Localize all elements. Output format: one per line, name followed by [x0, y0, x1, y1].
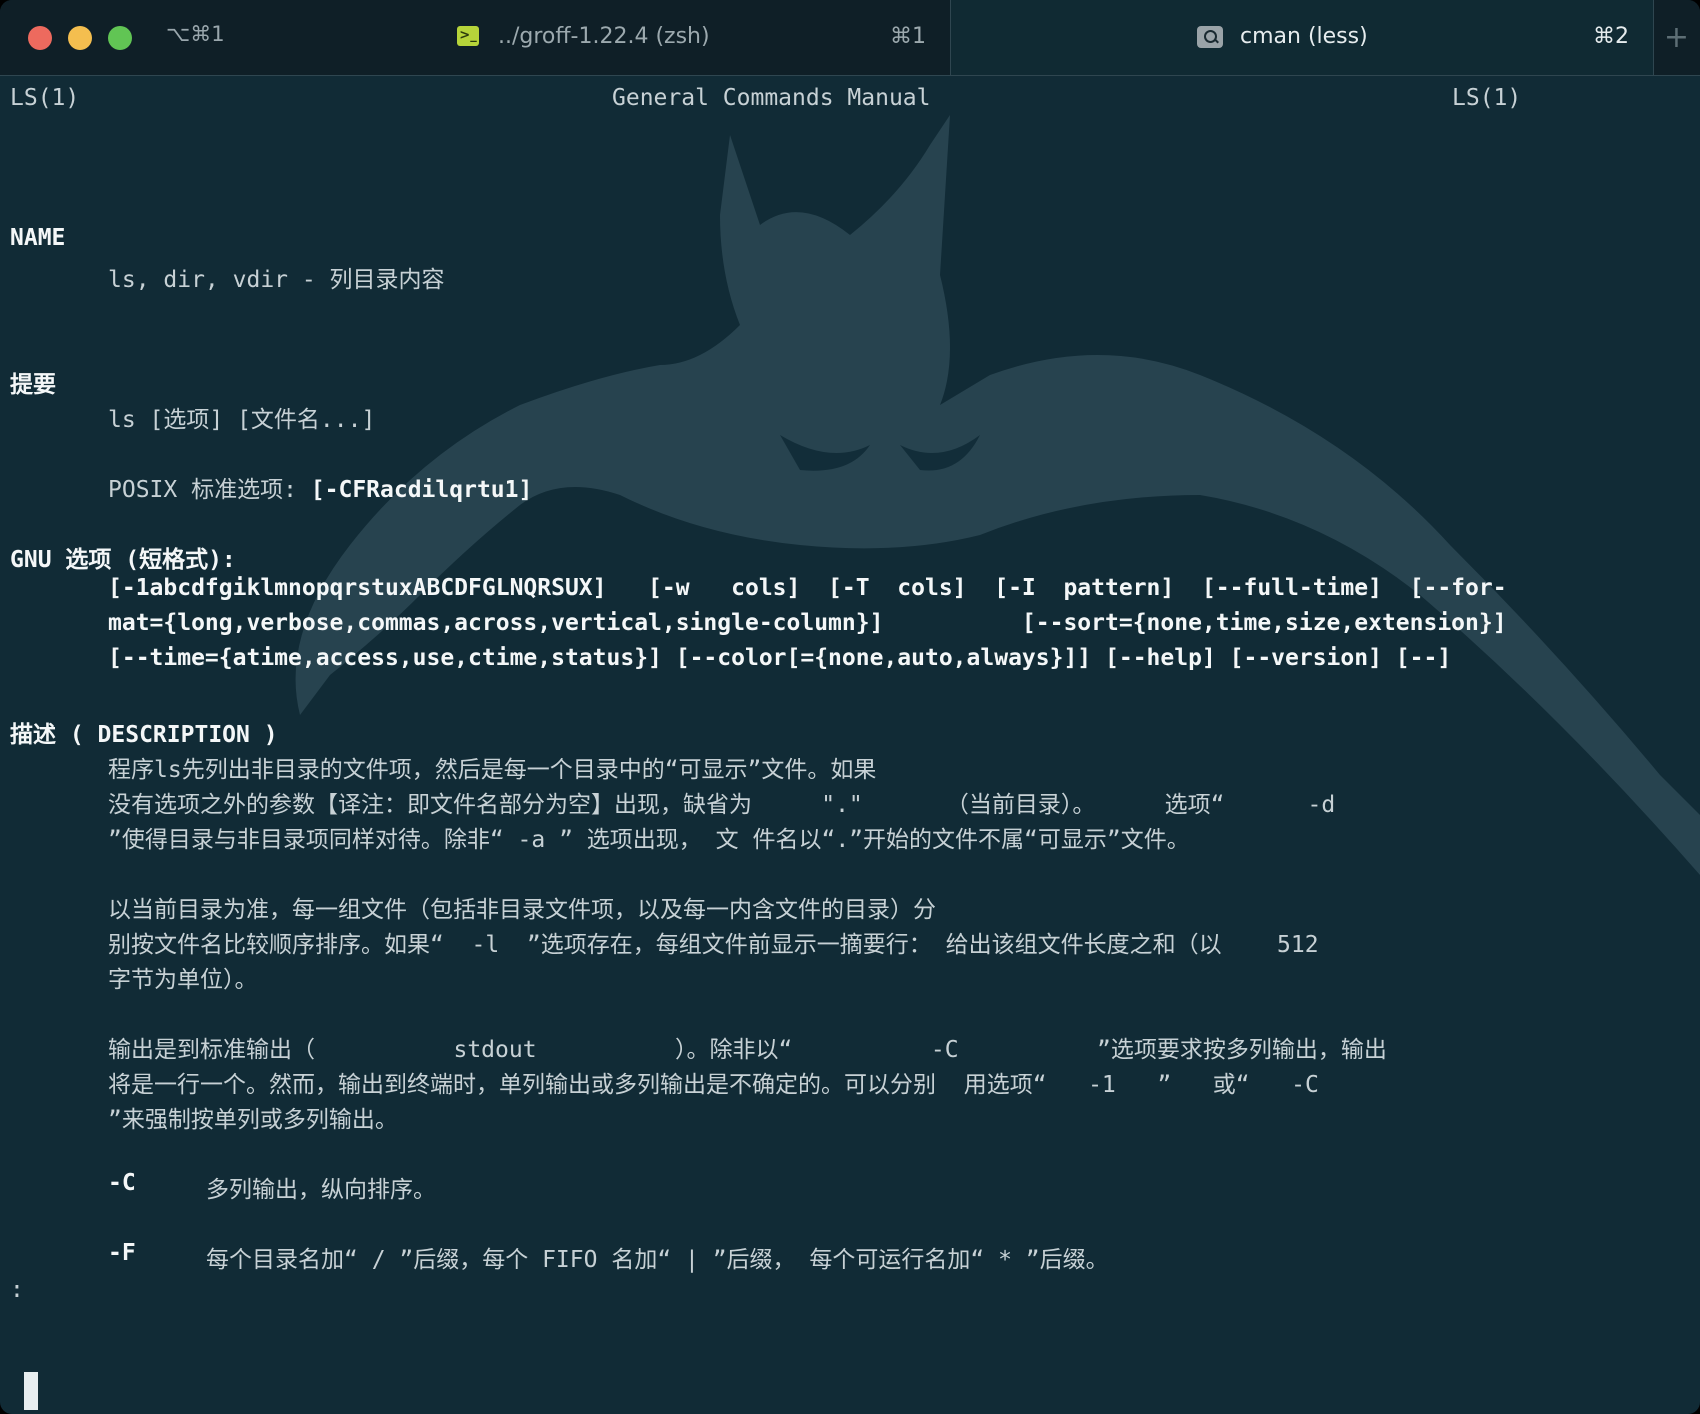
tab-title: cman (less): [1240, 24, 1368, 49]
gnu-options-line: [--time={atime,access,use,ctime,status}]…: [108, 645, 1452, 671]
tab-shortcut: ⌘2: [1593, 24, 1629, 49]
posix-options: [-CFRacdilqrtu1]: [310, 477, 533, 503]
search-icon: [1197, 26, 1223, 48]
terminal-icon: >_: [457, 26, 479, 46]
option-flag: -F: [108, 1240, 136, 1266]
new-tab-button[interactable]: +: [1653, 0, 1700, 75]
terminal-window: ⌥⌘1 >_ ../groff-1.22.4 (zsh) ⌘1 cman (le…: [0, 0, 1700, 1414]
text-cursor: [24, 1372, 38, 1410]
synopsis-usage: ls [选项] [文件名...]: [108, 407, 376, 433]
tab-title: ../groff-1.22.4 (zsh): [498, 24, 710, 49]
window-shortcut-label: ⌥⌘1: [166, 22, 225, 46]
posix-options-line: POSIX 标准选项: [-CFRacdilqrtu1]: [108, 470, 532, 504]
option-flag: -C: [108, 1170, 136, 1196]
close-window-button[interactable]: [28, 26, 52, 50]
less-prompt: :: [10, 1277, 24, 1303]
minimize-window-button[interactable]: [68, 26, 92, 50]
man-header-center: General Commands Manual: [612, 85, 931, 111]
description-line: ”来强制按单列或多列输出。: [108, 1107, 398, 1133]
section-heading-gnu: GNU 选项 (短格式):: [10, 547, 236, 573]
description-line: 以当前目录为准，每一组文件（包括非目录文件项，以及每一内含文件的目录）分: [108, 897, 936, 923]
tab-bar: ⌥⌘1 >_ ../groff-1.22.4 (zsh) ⌘1 cman (le…: [0, 0, 1700, 76]
section-heading-description: 描述 ( DESCRIPTION ): [10, 722, 278, 748]
tab-shortcut: ⌘1: [890, 24, 926, 49]
gnu-options-line: [-1abcdfgiklmnopqrstuxABCDFGLNQRSUX] [-w…: [108, 575, 1507, 601]
maximize-window-button[interactable]: [108, 26, 132, 50]
description-line: 输出是到标准输出（ stdout ）。除非以“ -C ”选项要求按多列输出，输出: [108, 1037, 1387, 1063]
section-heading-synopsis: 提要: [10, 372, 56, 398]
posix-label: POSIX 标准选项:: [108, 477, 311, 503]
man-header-left: LS(1): [10, 85, 80, 111]
tab-cman[interactable]: cman (less) ⌘2: [950, 0, 1654, 75]
description-line: ”使得目录与非目录项同样对待。除非“ -a ” 选项出现， 文 件名以“.”开始…: [108, 827, 1190, 853]
option-text: 每个目录名加“ / ”后缀，每个 FIFO 名加“ | ”后缀， 每个可运行名加…: [206, 1247, 1109, 1273]
description-line: 字节为单位）。: [108, 967, 258, 993]
gnu-options-line: mat={long,verbose,commas,across,vertical…: [108, 610, 1507, 636]
description-line: 没有选项之外的参数【译注：即文件名部分为空】出现，缺省为 "." （当前目录）。…: [108, 792, 1336, 818]
man-header-right: LS(1): [1452, 85, 1522, 111]
description-line: 将是一行一个。然而，输出到终端时，单列输出或多列输出是不确定的。可以分别 用选项…: [108, 1072, 1319, 1098]
option-text: 多列输出，纵向排序。: [206, 1177, 436, 1203]
terminal-output[interactable]: LS(1) General Commands Manual LS(1) NAME…: [0, 75, 1700, 1414]
tab-zsh[interactable]: >_ ../groff-1.22.4 (zsh) ⌘1: [420, 0, 950, 75]
section-heading-name: NAME: [10, 225, 66, 251]
name-text: ls, dir, vdir - 列目录内容: [108, 267, 445, 293]
description-line: 程序ls先列出非目录的文件项，然后是每一个目录中的“可显示”文件。如果: [108, 757, 877, 783]
description-line: 别按文件名比较顺序排序。如果“ -l ”选项存在，每组文件前显示一摘要行： 给出…: [108, 932, 1319, 958]
